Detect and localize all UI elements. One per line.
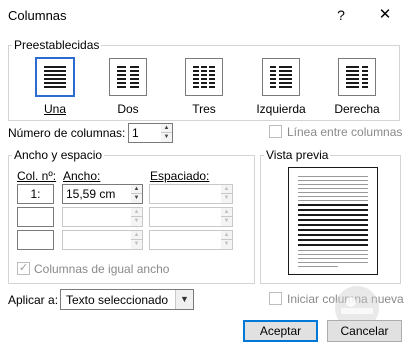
- spin-down-icon[interactable]: ▼: [131, 194, 142, 203]
- width-spinner[interactable]: ▲ ▼: [131, 184, 143, 204]
- num-columns-input[interactable]: 1: [128, 123, 162, 143]
- preview-page-lines: [298, 176, 368, 267]
- preset-two-columns[interactable]: Dos: [93, 58, 163, 116]
- spin-up-icon[interactable]: ▲: [131, 208, 142, 217]
- preset-label-dos: Dos: [117, 102, 139, 116]
- spin-up-icon[interactable]: ▲: [161, 124, 172, 133]
- width-input[interactable]: 15,59 cm: [62, 184, 132, 204]
- preset-right-column[interactable]: Derecha: [322, 58, 392, 116]
- preset-label-una: Una: [43, 102, 66, 116]
- presets-group-label: Preestablecidas: [12, 38, 102, 52]
- spin-up-icon[interactable]: ▲: [221, 208, 232, 217]
- three-columns-icon: [185, 58, 223, 96]
- equal-width-checkbox[interactable]: ✓: [17, 262, 30, 275]
- apply-to-label: Aplicar a:: [8, 293, 59, 307]
- col-number-header: Col. nº:: [17, 169, 57, 183]
- close-button[interactable]: ✕: [374, 5, 396, 25]
- preset-left-column[interactable]: Izquierda: [246, 58, 316, 116]
- num-columns-spinner[interactable]: ▲ ▼: [161, 123, 173, 143]
- preset-one-column[interactable]: Una: [20, 58, 90, 116]
- spacing-spinner[interactable]: ▲ ▼: [221, 230, 233, 250]
- preset-label-tres: Tres: [192, 102, 216, 116]
- col-number-cell: [17, 230, 54, 250]
- num-columns-label: Número de columnas:: [8, 126, 126, 140]
- ok-button[interactable]: Aceptar: [243, 320, 318, 342]
- spin-up-icon[interactable]: ▲: [221, 185, 232, 194]
- line-between-checkbox[interactable]: [269, 125, 282, 138]
- preview-group-label: Vista previa: [264, 148, 331, 162]
- new-column-checkbox[interactable]: [269, 292, 282, 305]
- left-column-icon: [262, 58, 300, 96]
- width-spacing-group-label: Ancho y espacio: [12, 148, 105, 162]
- preset-three-columns[interactable]: Tres: [169, 58, 239, 116]
- cancel-button[interactable]: Cancelar: [327, 320, 402, 342]
- spin-up-icon[interactable]: ▲: [221, 231, 232, 240]
- checkmark-icon: ✓: [18, 262, 29, 274]
- columns-dialog: Columnas ? ✕ Preestablecidas Una Dos Tre…: [0, 0, 409, 352]
- chevron-down-icon[interactable]: ▼: [175, 290, 193, 309]
- spacing-input[interactable]: [149, 230, 222, 250]
- spacing-spinner[interactable]: ▲ ▼: [221, 207, 233, 227]
- spin-down-icon[interactable]: ▼: [161, 133, 172, 142]
- dialog-title: Columnas: [8, 8, 67, 23]
- preview-page: [288, 167, 378, 275]
- width-spinner[interactable]: ▲ ▼: [131, 230, 143, 250]
- spin-down-icon[interactable]: ▼: [131, 240, 142, 249]
- spin-up-icon[interactable]: ▲: [131, 231, 142, 240]
- col-number-cell: 1:: [17, 184, 54, 204]
- spin-up-icon[interactable]: ▲: [131, 185, 142, 194]
- spin-down-icon[interactable]: ▼: [221, 240, 232, 249]
- spacing-spinner[interactable]: ▲ ▼: [221, 184, 233, 204]
- two-columns-icon: [109, 58, 147, 96]
- line-between-label: Línea entre columnas: [287, 125, 403, 139]
- width-input[interactable]: [62, 230, 132, 250]
- spin-down-icon[interactable]: ▼: [221, 194, 232, 203]
- width-spinner[interactable]: ▲ ▼: [131, 207, 143, 227]
- apply-to-select[interactable]: Texto seleccionado ▼: [60, 289, 194, 310]
- col-number-cell: [17, 207, 54, 227]
- apply-to-value: Texto seleccionado: [66, 293, 169, 307]
- equal-width-label: Columnas de igual ancho: [34, 262, 170, 276]
- spin-down-icon[interactable]: ▼: [131, 217, 142, 226]
- help-button[interactable]: ?: [332, 5, 350, 25]
- spin-down-icon[interactable]: ▼: [221, 217, 232, 226]
- spacing-input[interactable]: [149, 207, 222, 227]
- preset-label-derecha: Derecha: [334, 102, 380, 116]
- width-header: Ancho:: [63, 169, 101, 183]
- spacing-input[interactable]: [149, 184, 222, 204]
- right-column-icon: [338, 58, 376, 96]
- width-input[interactable]: [62, 207, 132, 227]
- one-column-icon: [36, 58, 74, 96]
- spacing-header: Espaciado:: [150, 169, 210, 183]
- title-bar: Columnas ? ✕: [0, 0, 409, 32]
- preset-label-izquierda: Izquierda: [256, 102, 306, 116]
